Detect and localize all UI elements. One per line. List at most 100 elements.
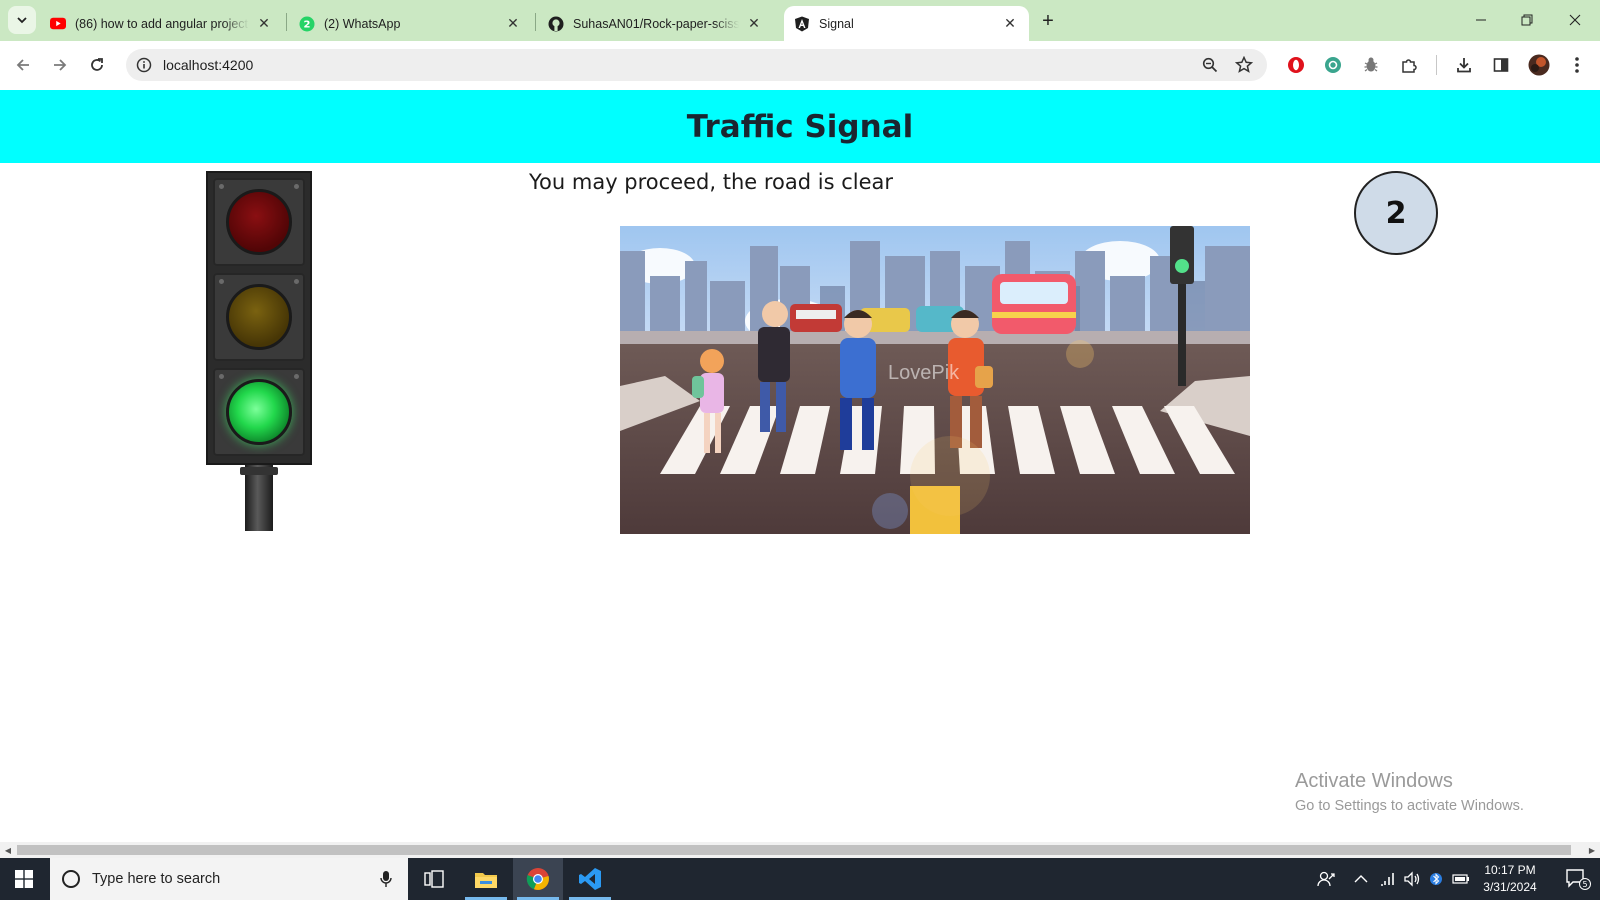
- taskbar-file-explorer[interactable]: [461, 858, 511, 900]
- crosswalk-illustration: LovePik: [620, 226, 1250, 534]
- activate-windows-watermark: Activate Windows Go to Settings to activ…: [1295, 770, 1524, 814]
- vscode-icon: [579, 868, 601, 890]
- tab-title: (86) how to add angular project: [75, 16, 249, 31]
- close-tab-icon[interactable]: ✕: [504, 15, 522, 33]
- github-icon: [548, 16, 564, 32]
- clock-date: 3/31/2024: [1483, 880, 1537, 894]
- taskbar-chrome[interactable]: [513, 858, 563, 900]
- folder-icon: [475, 873, 497, 888]
- tab-github[interactable]: SuhasAN01/Rock-paper-scissors ✕: [538, 6, 773, 41]
- yellow-lamp-box: [213, 273, 305, 361]
- green-lamp-box: [213, 368, 305, 456]
- signal-message: You may proceed, the road is clear: [529, 170, 894, 194]
- taskbar-search-placeholder: Type here to search: [92, 871, 221, 887]
- minimize-icon: [1476, 19, 1486, 21]
- browser-menu-icon[interactable]: [1565, 53, 1589, 77]
- restore-button[interactable]: [1504, 0, 1550, 40]
- close-tab-icon[interactable]: ✕: [1001, 15, 1019, 33]
- yellow-light: [226, 284, 292, 350]
- reload-button[interactable]: [84, 52, 110, 78]
- green-light: [226, 379, 292, 445]
- tab-separator: [286, 13, 287, 31]
- bluetooth-icon[interactable]: [1426, 858, 1446, 900]
- tab-search-button[interactable]: [8, 6, 36, 34]
- tab-whatsapp[interactable]: 2 (2) WhatsApp ✕: [289, 6, 532, 41]
- scroll-left-arrow-icon[interactable]: ◀: [0, 842, 16, 858]
- page-header: Traffic Signal: [0, 90, 1600, 163]
- download-icon[interactable]: [1452, 53, 1476, 77]
- taskbar-vscode[interactable]: [565, 858, 615, 900]
- scroll-right-arrow-icon[interactable]: ▶: [1584, 842, 1600, 858]
- close-tab-icon[interactable]: ✕: [255, 15, 273, 33]
- plus-icon: +: [1042, 9, 1054, 32]
- red-light: [226, 189, 292, 255]
- minimize-button[interactable]: [1458, 0, 1504, 40]
- toolbar-divider: [1436, 55, 1437, 75]
- angular-icon: [794, 16, 810, 32]
- reload-icon: [91, 58, 103, 71]
- traffic-light-pole-cap: [240, 467, 278, 475]
- restore-icon: [1521, 14, 1533, 26]
- url-text[interactable]: localhost:4200: [163, 57, 253, 73]
- notification-count: 5: [1582, 880, 1587, 889]
- new-tab-button[interactable]: +: [1037, 10, 1059, 32]
- microphone-icon[interactable]: [376, 869, 396, 889]
- people-icon[interactable]: [1314, 858, 1338, 900]
- tab-title: SuhasAN01/Rock-paper-scissors: [573, 16, 739, 31]
- clock-time: 10:17 PM: [1484, 863, 1536, 877]
- arrow-left-icon: [16, 59, 29, 71]
- web-page: Traffic Signal You may proceed, the road…: [0, 90, 1600, 842]
- scene-watermark: LovePik: [888, 362, 960, 384]
- bookmark-star-icon[interactable]: [1234, 55, 1254, 75]
- back-button[interactable]: [10, 52, 36, 78]
- tab-signal[interactable]: Signal ✕: [784, 6, 1029, 41]
- windows-taskbar: Type here to search 10:17 PM 3/31/2024 5: [0, 858, 1600, 900]
- volume-icon[interactable]: [1401, 858, 1423, 900]
- horizontal-scrollbar[interactable]: ◀ ▶: [0, 842, 1600, 858]
- forward-button[interactable]: [47, 52, 73, 78]
- svg-text:2: 2: [304, 19, 311, 30]
- red-lamp-box: [213, 178, 305, 266]
- scrollbar-thumb[interactable]: [17, 845, 1571, 855]
- whatsapp-icon: 2: [299, 16, 315, 32]
- browser-tab-strip: (86) how to add angular project ✕ 2 (2) …: [0, 0, 1600, 41]
- windows-logo-icon: [15, 870, 33, 888]
- activate-windows-subtitle: Go to Settings to activate Windows.: [1295, 798, 1524, 814]
- traffic-light: [206, 171, 312, 531]
- site-info-icon[interactable]: [134, 55, 154, 75]
- chrome-icon: [526, 868, 549, 890]
- tab-title: (2) WhatsApp: [324, 16, 401, 31]
- taskbar-search-box[interactable]: Type here to search: [50, 858, 408, 900]
- notification-center-button[interactable]: 5: [1556, 858, 1600, 900]
- start-button[interactable]: [0, 858, 48, 900]
- zoom-icon[interactable]: [1200, 55, 1220, 75]
- browser-toolbar: localhost:4200: [0, 41, 1600, 90]
- extensions-puzzle-icon[interactable]: [1397, 53, 1421, 77]
- activate-windows-title: Activate Windows: [1295, 770, 1453, 792]
- close-tab-icon[interactable]: ✕: [745, 15, 763, 33]
- traffic-light-housing: [206, 171, 312, 465]
- opera-extension-icon[interactable]: [1284, 53, 1308, 77]
- page-title: Traffic Signal: [686, 108, 914, 145]
- close-icon: [1569, 14, 1581, 26]
- notification-icon: 5: [1566, 869, 1591, 890]
- tab-separator: [535, 13, 536, 31]
- chatgpt-extension-icon[interactable]: [1321, 53, 1345, 77]
- countdown-badge: 2: [1354, 171, 1438, 255]
- tab-title: Signal: [819, 16, 854, 31]
- task-view-icon: [424, 870, 444, 888]
- close-window-button[interactable]: [1552, 0, 1598, 40]
- address-bar[interactable]: localhost:4200: [126, 49, 1267, 81]
- network-icon[interactable]: [1377, 858, 1399, 900]
- side-panel-icon[interactable]: [1489, 53, 1513, 77]
- bug-extension-icon[interactable]: [1359, 53, 1383, 77]
- search-icon: [62, 870, 80, 888]
- youtube-icon: [50, 16, 66, 32]
- taskbar-clock[interactable]: 10:17 PM 3/31/2024: [1466, 862, 1554, 896]
- tab-youtube[interactable]: (86) how to add angular project ✕: [40, 6, 283, 41]
- arrow-right-icon: [54, 59, 67, 71]
- chevron-down-icon: [17, 17, 27, 24]
- profile-avatar[interactable]: [1527, 53, 1551, 77]
- task-view-button[interactable]: [409, 858, 459, 900]
- chevron-up-icon[interactable]: [1351, 858, 1371, 900]
